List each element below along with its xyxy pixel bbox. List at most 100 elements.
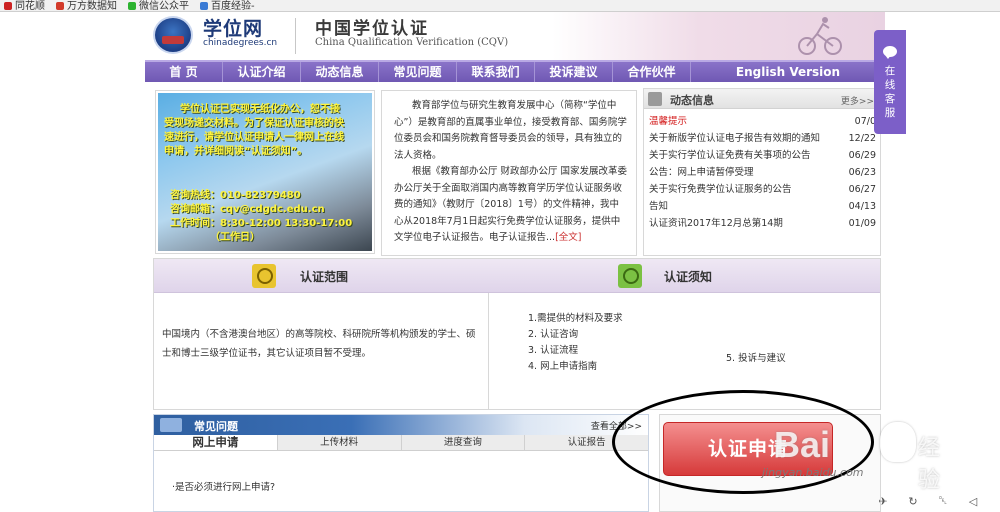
faq-tabs: 网上申请 上传材料 进度查询 认证报告 <box>154 435 648 451</box>
notes-link[interactable]: 3. 认证流程 <box>528 343 623 359</box>
nav-home[interactable]: 首 页 <box>145 62 223 82</box>
online-service-label: 在线客服 <box>884 65 896 119</box>
news-item-date: 06/29 <box>848 150 876 161</box>
nav-partners[interactable]: 合作伙伴 <box>613 62 691 82</box>
news-item[interactable]: 关于实行免费学位认证服务的公告 06/27 <box>649 181 876 198</box>
refresh-icon[interactable]: ↻ <box>906 494 920 508</box>
online-service-tab[interactable]: 在线客服 <box>874 30 906 134</box>
tab-upload[interactable]: 上传材料 <box>277 435 402 450</box>
logo-domain: chinadegrees.cn <box>203 38 278 48</box>
notice-contact: 咨询热线：010-82379480 咨询邮箱：cqv@cdgdc.edu.cn … <box>170 189 352 245</box>
notes-link[interactable]: 4. 网上申请指南 <box>528 359 623 375</box>
notes-title: 认证须知 <box>664 270 713 284</box>
chat-bubble-icon <box>883 46 897 59</box>
logo-divider <box>295 18 296 54</box>
bookmark-label: 万方数据知 <box>67 0 117 12</box>
panel-header: 认证范围 认证须知 <box>154 259 880 293</box>
news-panel: 动态信息 更多>> 温馨提示 07/0 关于新版学位认证电子报告有效期的通知 12/… <box>643 88 881 256</box>
site-subtitle: China Qualification Verification (CQV) <box>315 37 509 48</box>
scope-notes-panel: 认证范围 认证须知 中国境内（不含港澳台地区）的高等院校、科研院所等机构颁发的学… <box>153 258 881 410</box>
bookmark-item[interactable]: 百度经验- <box>200 0 255 12</box>
notes-link[interactable]: 2. 认证咨询 <box>528 327 623 343</box>
bookmark-label: 同花顺 <box>15 0 45 12</box>
news-item-title: 告知 <box>649 201 669 212</box>
notice-banner[interactable]: 学位认证已实现无纸化办公，恕不接 受现场递交材料。为了保证认证审核的快 速进行，… <box>155 90 375 254</box>
notice-hotline: 咨询热线：010-82379480 <box>170 190 301 201</box>
notes-link[interactable]: 1.需提供的材料及要求 <box>528 311 623 327</box>
search-note-icon <box>618 264 642 288</box>
news-item-title: 关于实行免费学位认证服务的公告 <box>649 184 792 195</box>
notice-line: 速进行，请学位认证申请人一律网上在线 <box>164 132 344 143</box>
notice-image: 学位认证已实现无纸化办公，恕不接 受现场递交材料。为了保证认证审核的快 速进行，… <box>158 93 372 251</box>
bookmarks-bar: 同花顺 万方数据知 微信公众平 百度经验- <box>0 0 1000 12</box>
logo-emblem-icon[interactable] <box>153 16 193 54</box>
bookmark-icon <box>4 2 12 10</box>
nav-contact[interactable]: 联系我们 <box>457 62 535 82</box>
news-item[interactable]: 关于新版学位认证电子报告有效期的通知 12/22 <box>649 130 876 147</box>
tab-online-apply[interactable]: 网上申请 <box>154 435 278 450</box>
news-item-title: 温馨提示 <box>649 116 688 127</box>
bookmark-item[interactable]: 同花顺 <box>4 0 45 12</box>
speaker-icon[interactable]: ◁ <box>966 494 980 508</box>
notice-line: 申请，并详细阅读“认证须知”。 <box>164 146 308 157</box>
trash-icon[interactable]: ␡ <box>936 494 950 508</box>
news-item-date: 04/13 <box>848 201 876 212</box>
intro-paragraph: 根据《教育部办公厅 财政部办公厅 国家发展改革委办公厅关于全面取消国内高等教育学… <box>394 166 628 243</box>
news-item[interactable]: 温馨提示 07/0 <box>649 113 876 130</box>
baidu-watermark: Bai 经验 jingyan.baidu.com <box>730 420 950 493</box>
notice-message: 学位认证已实现无纸化办公，恕不接 受现场递交材料。为了保证认证审核的快 速进行，… <box>164 103 368 159</box>
notice-hours: 工作时间：8:30-12:00 13:30-17:00 <box>170 218 353 229</box>
nav-faq[interactable]: 常见问题 <box>379 62 457 82</box>
news-list: 温馨提示 07/0 关于新版学位认证电子报告有效期的通知 12/22 关于实行学位认… <box>644 109 880 232</box>
notes-header: 认证须知 <box>488 259 852 293</box>
nav-english[interactable]: English Version <box>691 62 885 82</box>
faq-header: 常见问题 查看全部>> <box>154 415 648 435</box>
bookmark-icon <box>200 2 208 10</box>
bookmark-item[interactable]: 微信公众平 <box>128 0 189 11</box>
logo-title[interactable]: 学位网 <box>203 14 263 41</box>
news-item[interactable]: 公告：网上申请暂停受理 06/23 <box>649 164 876 181</box>
news-item-title: 关于新版学位认证电子报告有效期的通知 <box>649 133 821 144</box>
site-title: 中国学位认证 <box>315 19 429 39</box>
nav-complaint[interactable]: 投诉建议 <box>535 62 613 82</box>
paw-icon <box>880 422 916 462</box>
news-item[interactable]: 关于实行学位认证免费有关事项的公告 06/29 <box>649 147 876 164</box>
news-item-date: 06/27 <box>848 184 876 195</box>
watermark-bai: Bai <box>774 424 831 465</box>
tab-progress[interactable]: 进度查询 <box>401 435 526 450</box>
notes-link-complaint[interactable]: 5. 投诉与建议 <box>726 350 786 364</box>
intro-more-link[interactable]: [全文] <box>555 232 581 243</box>
notice-line: 学位认证已实现无纸化办公，恕不接 <box>180 104 340 115</box>
faq-panel: 常见问题 查看全部>> 网上申请 上传材料 进度查询 认证报告 ·是否必须进行网… <box>153 414 649 512</box>
site-header: 学位网 chinadegrees.cn 中国学位认证 China Qualifi… <box>145 12 885 60</box>
news-item-title: 认证资讯2017年12月总第14期 <box>649 218 783 229</box>
bookmark-icon <box>56 2 64 10</box>
news-item-date: 06/23 <box>848 167 876 178</box>
notice-email: 咨询邮箱：cqv@cdgdc.edu.cn <box>170 204 325 215</box>
nav-intro[interactable]: 认证介绍 <box>223 62 301 82</box>
main-nav: 首 页 认证介绍 动态信息 常见问题 联系我们 投诉建议 合作伙伴 Englis… <box>145 60 885 82</box>
news-more-link[interactable]: 更多>> <box>841 94 874 107</box>
notes-list: 1.需提供的材料及要求 2. 认证咨询 3. 认证流程 4. 网上申请指南 <box>528 311 623 375</box>
faq-question[interactable]: ·是否必须进行网上申请? <box>172 479 275 493</box>
notice-line: 受现场递交材料。为了保证认证审核的快 <box>164 118 344 129</box>
nav-news[interactable]: 动态信息 <box>301 62 379 82</box>
news-item[interactable]: 认证资讯2017年12月总第14期 01/09 <box>649 215 876 232</box>
news-icon <box>648 92 662 106</box>
news-item[interactable]: 告知 04/13 <box>649 198 876 215</box>
faq-icon <box>160 418 182 432</box>
scope-description: 中国境内（不含港澳台地区）的高等院校、科研院所等机构颁发的学士、硕士和博士三级学… <box>162 329 476 359</box>
news-item-date: 01/09 <box>848 218 876 229</box>
magnifier-icon <box>252 264 276 288</box>
center-intro: 教育部学位与研究生教育发展中心（简称“学位中心”）是教育部的直属事业单位，接受教… <box>381 90 637 256</box>
browser-tools: ✈ ↻ ␡ ◁ <box>876 494 980 508</box>
notice-workday: （工作日） <box>210 232 260 243</box>
rocket-icon[interactable]: ✈ <box>876 494 890 508</box>
bookmark-label: 百度经验- <box>211 0 255 12</box>
news-item-title: 公告：网上申请暂停受理 <box>649 167 754 178</box>
scope-title: 认证范围 <box>300 270 349 284</box>
news-item-title: 关于实行学位认证免费有关事项的公告 <box>649 150 811 161</box>
panel-divider <box>488 293 489 409</box>
news-header: 动态信息 更多>> <box>644 89 880 109</box>
bookmark-item[interactable]: 万方数据知 <box>56 0 117 12</box>
